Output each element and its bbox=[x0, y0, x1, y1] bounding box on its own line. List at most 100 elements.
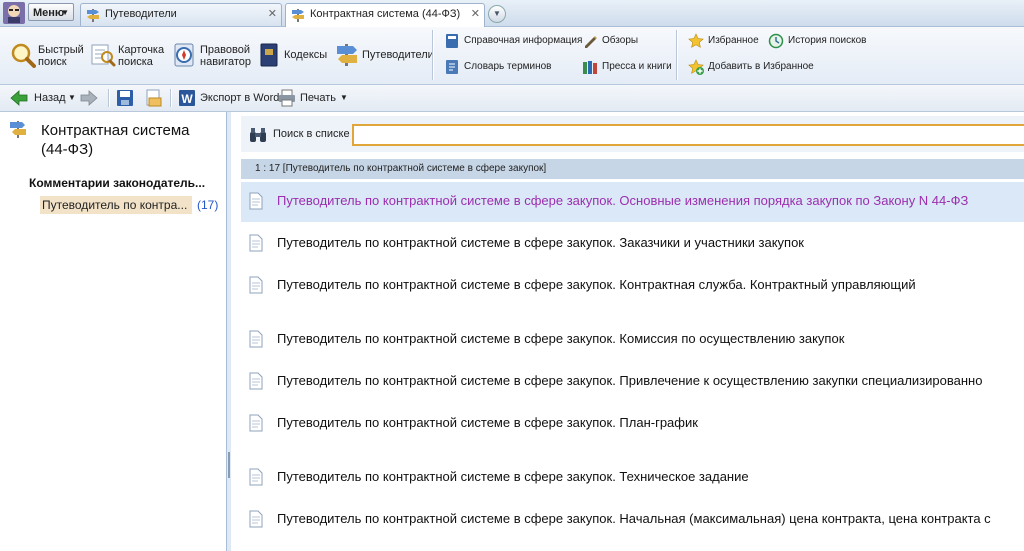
item-count-link[interactable]: (17) bbox=[197, 196, 218, 214]
document-link[interactable]: Путеводитель по контрактной системе в сф… bbox=[277, 193, 968, 208]
splitter-grip[interactable] bbox=[228, 452, 230, 478]
signpost-icon bbox=[292, 9, 304, 22]
add-to-favorites-button[interactable]: Добавить в Избранное bbox=[688, 58, 814, 76]
reference-info-label: Справочная информация bbox=[464, 35, 583, 46]
app-logo-icon[interactable] bbox=[2, 1, 26, 25]
search-card-icon bbox=[91, 44, 116, 67]
tabs-dropdown-icon[interactable]: ▼ bbox=[488, 5, 506, 23]
list-item[interactable]: Путеводитель по контрактной системе в сф… bbox=[241, 500, 1024, 540]
list-item[interactable]: Путеводитель по контрактной системе в сф… bbox=[241, 404, 1024, 444]
list-search-bar: Поиск в списке bbox=[241, 116, 1024, 152]
ribbon-divider bbox=[676, 30, 678, 80]
signpost-icon bbox=[10, 121, 26, 138]
tab-guides[interactable]: Путеводители ✕ bbox=[80, 3, 282, 26]
export-word-button[interactable]: W Экспорт в Word bbox=[178, 89, 279, 107]
document-icon bbox=[249, 414, 263, 432]
card-search-button[interactable]: Карточка поиска bbox=[90, 36, 164, 76]
legal-navigator-button[interactable]: Правовой навигатор bbox=[172, 36, 251, 76]
list-item[interactable]: Путеводитель по контрактной системе в сф… bbox=[241, 224, 1024, 264]
printer-icon bbox=[279, 89, 295, 107]
press-books-button[interactable]: Пресса и книги bbox=[582, 58, 672, 76]
glossary-button[interactable]: Словарь терминов bbox=[444, 58, 572, 76]
back-button[interactable]: Назад ▼ bbox=[10, 89, 76, 107]
section-heading[interactable]: Комментарии законодатель... bbox=[29, 176, 205, 190]
tab-bar: Меню ▼ Путеводители ✕ Контрактная систем… bbox=[0, 0, 1024, 27]
reviews-label: Обзоры bbox=[602, 35, 639, 46]
svg-text:W: W bbox=[181, 92, 193, 106]
panel-title: Контрактная система (44-ФЗ) bbox=[41, 122, 190, 158]
add-to-favorites-label: Добавить в Избранное bbox=[708, 61, 814, 72]
search-history-label: История поисков bbox=[788, 35, 867, 46]
favorites-label: Избранное bbox=[708, 35, 759, 46]
card-search-label: Карточка поиска bbox=[118, 44, 165, 68]
search-history-button[interactable]: История поисков bbox=[768, 32, 868, 50]
dictionary-icon bbox=[446, 60, 458, 74]
save-button[interactable] bbox=[116, 89, 136, 107]
signpost-icon bbox=[87, 9, 99, 22]
document-link[interactable]: Путеводитель по контрактной системе в сф… bbox=[277, 415, 698, 430]
guides-label: Путеводители bbox=[362, 49, 434, 61]
list-item[interactable]: Путеводитель по контрактной системе в сф… bbox=[241, 362, 1024, 402]
legal-navigator-label: Правовой навигатор bbox=[200, 44, 251, 68]
list-item[interactable]: Путеводитель по контрактной системе в сф… bbox=[241, 320, 1024, 360]
document-link[interactable]: Путеводитель по контрактной системе в сф… bbox=[277, 469, 749, 484]
history-clock-icon bbox=[768, 33, 784, 49]
binoculars-icon bbox=[250, 128, 266, 142]
favorites-button[interactable]: Избранное bbox=[688, 32, 759, 50]
chevron-down-icon[interactable]: ▼ bbox=[340, 89, 348, 107]
signpost-icon bbox=[337, 44, 357, 66]
toolbar-divider bbox=[108, 89, 110, 107]
quick-search-label: Быстрый поиск bbox=[38, 44, 84, 68]
reference-info-button[interactable]: Справочная информация bbox=[444, 32, 582, 50]
chevron-down-icon[interactable]: ▼ bbox=[68, 89, 76, 107]
search-input[interactable] bbox=[352, 124, 1024, 146]
document-link[interactable]: Путеводитель по контрактной системе в сф… bbox=[277, 235, 804, 250]
close-icon[interactable]: ✕ bbox=[471, 4, 480, 25]
arrow-right-icon bbox=[80, 90, 98, 106]
document-link[interactable]: Путеводитель по контрактной системе в сф… bbox=[277, 373, 982, 388]
books-icon bbox=[583, 61, 597, 74]
tab-contract-system[interactable]: Контрактная система (44-ФЗ) ✕ bbox=[285, 3, 485, 27]
document-icon bbox=[249, 372, 263, 390]
document-icon bbox=[249, 234, 263, 252]
list-header: 1 : 17 [Путеводитель по контрактной сист… bbox=[241, 159, 1024, 179]
press-books-label: Пресса и книги bbox=[602, 61, 672, 72]
document-icon bbox=[249, 276, 263, 294]
back-label: Назад bbox=[34, 92, 66, 104]
panel-splitter[interactable] bbox=[227, 112, 230, 551]
quick-search-button[interactable]: Быстрый поиск bbox=[10, 36, 84, 76]
glossary-label: Словарь терминов bbox=[464, 61, 552, 72]
word-icon: W bbox=[179, 90, 195, 106]
menu-label: Меню bbox=[33, 7, 65, 19]
pen-icon bbox=[585, 36, 597, 48]
document-send-icon bbox=[146, 89, 162, 107]
guides-button[interactable]: Путеводители bbox=[334, 36, 434, 76]
document-link[interactable]: Путеводитель по контрактной системе в сф… bbox=[277, 277, 916, 292]
send-button[interactable] bbox=[144, 89, 164, 107]
document-icon bbox=[249, 192, 263, 210]
list-item[interactable]: Путеводитель по контрактной системе в сф… bbox=[241, 182, 1024, 222]
codes-button[interactable]: Кодексы bbox=[256, 36, 328, 76]
forward-button[interactable] bbox=[80, 89, 100, 107]
document-link[interactable]: Путеводитель по контрактной системе в сф… bbox=[277, 511, 991, 526]
reviews-button[interactable]: Обзоры bbox=[582, 32, 662, 50]
floppy-disk-icon bbox=[117, 90, 133, 106]
document-icon bbox=[249, 330, 263, 348]
search-label: Поиск в списке bbox=[273, 128, 350, 140]
left-panel: Контрактная система (44-ФЗ) Комментарии … bbox=[0, 112, 227, 551]
toolbar-divider bbox=[170, 89, 172, 107]
ribbon-divider bbox=[432, 30, 434, 80]
toolbar: Назад ▼ W Экспорт в Word Печать ▼ bbox=[0, 85, 1024, 112]
document-link[interactable]: Путеводитель по контрактной системе в сф… bbox=[277, 331, 844, 346]
close-icon[interactable]: ✕ bbox=[268, 4, 277, 25]
codes-label: Кодексы bbox=[284, 49, 328, 61]
menu-button[interactable]: Меню ▼ bbox=[28, 3, 74, 21]
list-item[interactable]: Путеводитель по контрактной системе в сф… bbox=[241, 266, 1024, 306]
print-button[interactable]: Печать ▼ bbox=[278, 89, 348, 107]
ribbon: Быстрый поиск Карточка поиска Правовой н… bbox=[0, 27, 1024, 85]
arrow-left-icon bbox=[10, 90, 28, 106]
tab-label: Контрактная система (44-ФЗ) bbox=[310, 8, 461, 20]
document-icon bbox=[249, 510, 263, 528]
list-item[interactable]: Путеводитель по контрактной системе в сф… bbox=[241, 458, 1024, 498]
tree-item-guide[interactable]: Путеводитель по контра... bbox=[40, 196, 192, 214]
